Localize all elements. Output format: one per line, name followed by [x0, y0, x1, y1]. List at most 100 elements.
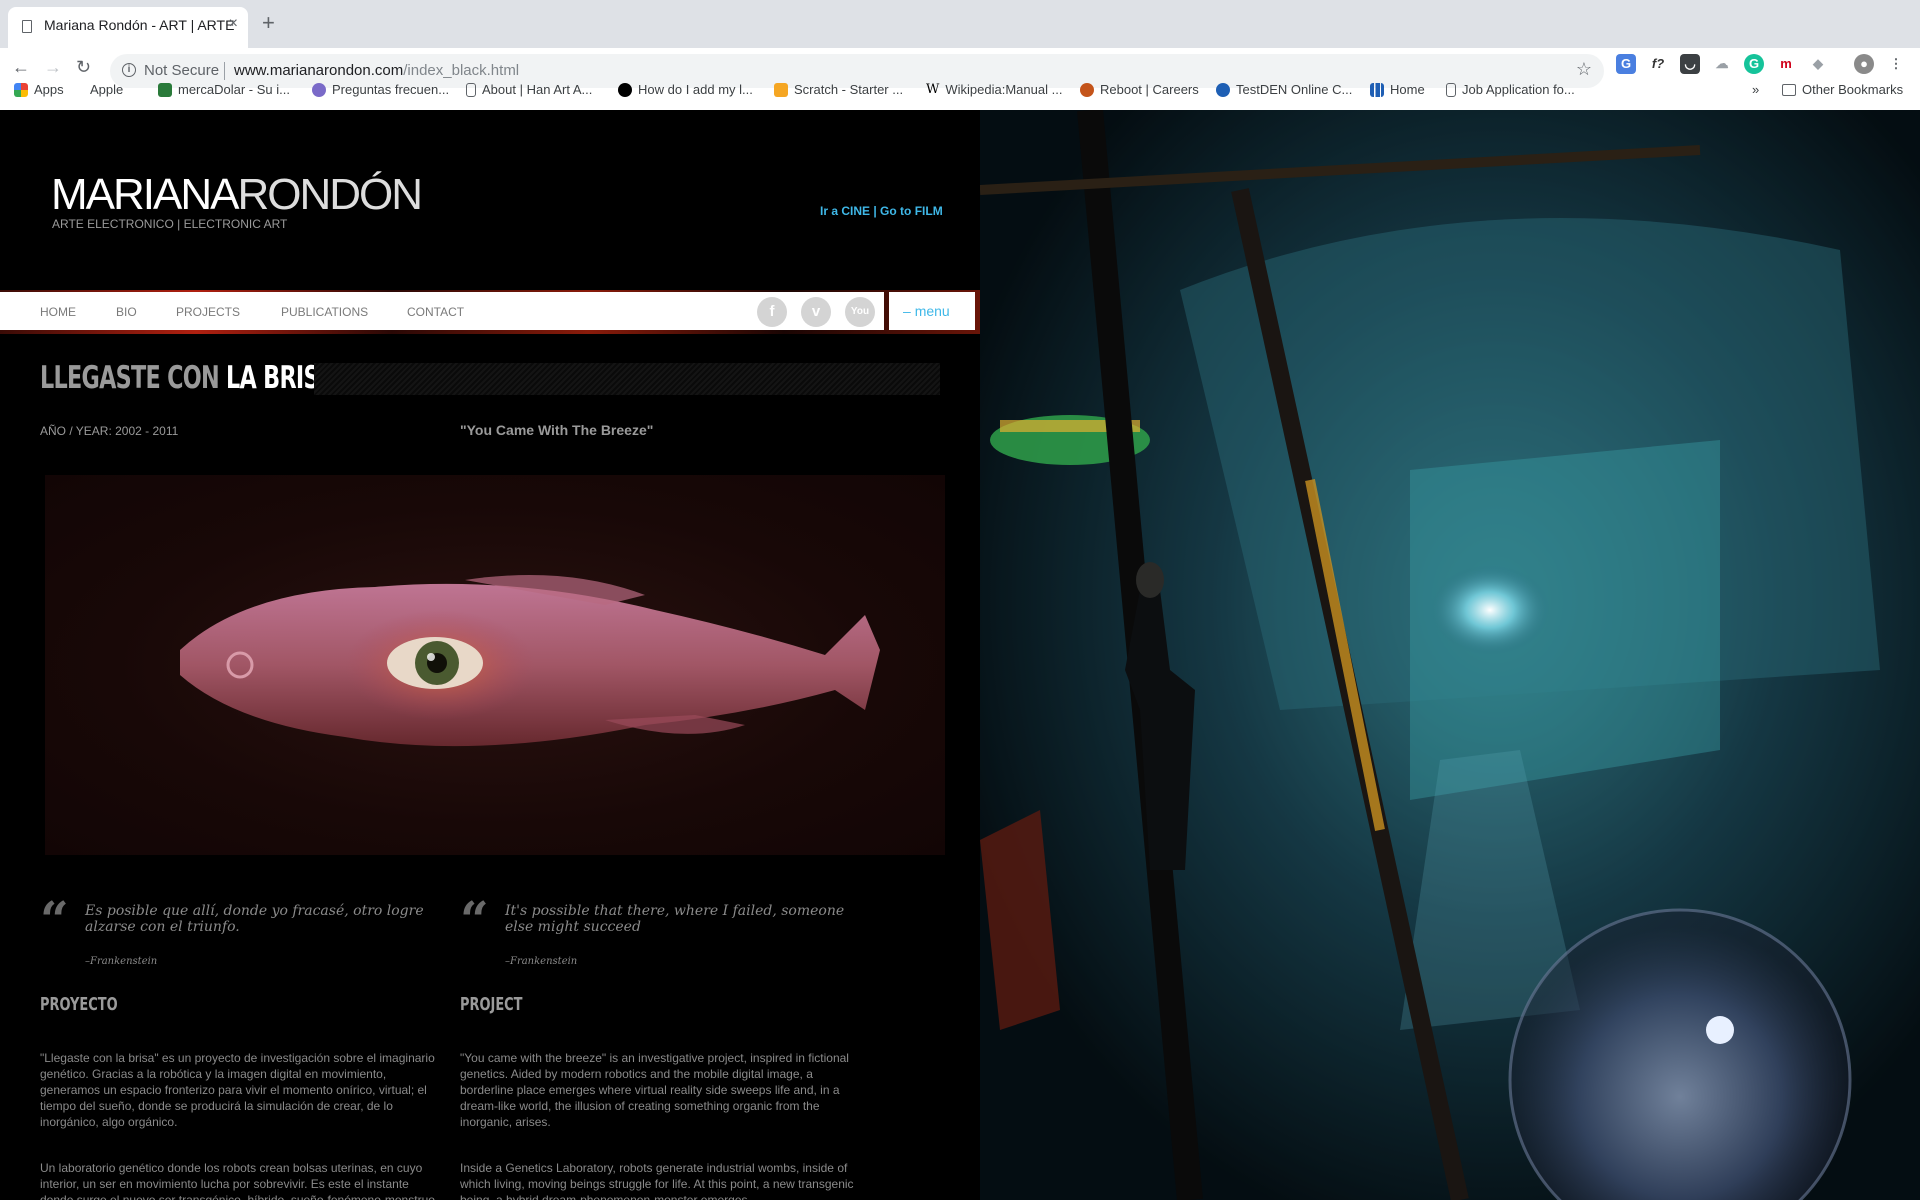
installation-photo: [980, 110, 1920, 1200]
section-title-en: PROJECT: [460, 994, 523, 1015]
m-extension-icon[interactable]: m: [1776, 54, 1796, 74]
bookmark-scratch[interactable]: Scratch - Starter ...: [774, 82, 903, 97]
bookmark-label: How do I add my l...: [638, 82, 753, 97]
back-icon[interactable]: ←: [12, 57, 30, 78]
bookmark-label: Apple: [90, 82, 124, 97]
logo-first-name: MARIANA: [51, 170, 239, 219]
menu-label: – menu: [903, 303, 950, 319]
youtube-icon[interactable]: You: [845, 297, 875, 327]
minus-icon: –: [903, 303, 911, 319]
bookmark-label: Wikipedia:Manual ...: [945, 82, 1063, 97]
dropbox-extension-icon[interactable]: ◆: [1808, 54, 1828, 74]
wikipedia-icon: W: [926, 82, 940, 97]
reboot-icon: [1080, 82, 1094, 97]
pocket-extension-icon[interactable]: ◡: [1680, 54, 1700, 74]
bookmark-han-art[interactable]: About | Han Art A...: [466, 82, 592, 97]
translate-extension-icon[interactable]: G: [1616, 54, 1636, 74]
bookmark-job-application[interactable]: Job Application fo...: [1446, 82, 1575, 97]
fish-illustration: [180, 575, 880, 747]
testden-icon: [1216, 82, 1230, 97]
nav-menu: HOME BIO PROJECTS PUBLICATIONS CONTACT f…: [0, 292, 884, 330]
go-to-film-link[interactable]: Ir a CINE | Go to FILM: [820, 204, 943, 218]
menu-button[interactable]: – menu: [889, 292, 975, 330]
browser-tab-strip: Mariana Rondón - ART | ARTE × +: [0, 0, 1920, 48]
page-icon: [1446, 82, 1456, 97]
bookmark-apps[interactable]: Apps: [14, 82, 64, 97]
paragraph-1-en: "You came with the breeze" is an investi…: [460, 1051, 849, 1129]
bookmark-star-icon[interactable]: ☆: [1576, 59, 1592, 80]
browser-tab[interactable]: Mariana Rondón - ART | ARTE ×: [8, 7, 248, 48]
url-text[interactable]: www.marianarondon.com/index_black.html: [234, 62, 519, 79]
bookmark-label: Job Application fo...: [1462, 82, 1575, 97]
fish-eye-artwork-image: [45, 475, 945, 855]
bookmark-label: TestDEN Online C...: [1236, 82, 1353, 97]
project-subtitle-en: "You Came With The Breeze": [460, 422, 654, 438]
bookmark-how-do-i[interactable]: How do I add my l...: [618, 82, 753, 97]
scratch-icon: [774, 82, 788, 97]
nav-home[interactable]: HOME: [40, 305, 76, 319]
not-secure-label: Not Secure: [144, 62, 220, 79]
paragraph-2-es: Un laboratorio genético donde los robots…: [40, 1161, 439, 1200]
grammarly-extension-icon[interactable]: G: [1744, 54, 1764, 74]
site-tagline: ARTE ELECTRONICO | ELECTRONIC ART: [52, 217, 288, 231]
logo-last-name: RONDÓN: [237, 170, 423, 219]
close-tab-icon[interactable]: ×: [229, 15, 238, 33]
main-navbar: HOME BIO PROJECTS PUBLICATIONS CONTACT f…: [0, 290, 980, 334]
faq-icon: [312, 82, 326, 97]
bookmark-testden[interactable]: TestDEN Online C...: [1216, 82, 1352, 97]
nav-projects[interactable]: PROJECTS: [176, 305, 240, 319]
bookmark-label: Reboot | Careers: [1100, 82, 1199, 97]
cloud-extension-icon[interactable]: ☁: [1712, 54, 1732, 74]
menu-text: menu: [914, 303, 950, 319]
other-bookmarks[interactable]: Other Bookmarks: [1782, 82, 1903, 97]
page-icon: [22, 20, 32, 33]
browser-menu-icon[interactable]: ⋮: [1886, 54, 1906, 74]
bookmark-label: About | Han Art A...: [482, 82, 593, 97]
bookmark-preguntas[interactable]: Preguntas frecuen...: [312, 82, 449, 97]
bookmark-label: Scratch - Starter ...: [794, 82, 904, 97]
bookmark-apple[interactable]: Apple: [84, 82, 123, 97]
vimeo-icon[interactable]: v: [801, 297, 831, 327]
site-logo[interactable]: MARIANARONDÓN: [51, 170, 423, 220]
folder-icon: [1782, 83, 1796, 96]
bookmark-label: Preguntas frecuen...: [332, 82, 450, 97]
new-tab-button[interactable]: +: [262, 10, 275, 36]
nav-contact[interactable]: CONTACT: [407, 305, 464, 319]
facebook-icon[interactable]: f: [757, 297, 787, 327]
quote-mark-en: “: [460, 890, 489, 949]
site-icon: [618, 82, 632, 97]
tab-title: Mariana Rondón - ART | ARTE: [44, 17, 235, 33]
project-title: LLEGASTE CON LA BRISA: [40, 360, 336, 396]
reload-icon[interactable]: ↻: [76, 57, 91, 78]
paragraph-2-en: Inside a Genetics Laboratory, robots gen…: [460, 1161, 854, 1200]
url-host: www.marianarondon.com: [234, 62, 404, 79]
info-icon[interactable]: i: [122, 63, 136, 77]
paragraph-1-es: "Llegaste con la brisa" es un proyecto d…: [40, 1051, 435, 1129]
formula-extension-icon[interactable]: f?: [1648, 54, 1668, 74]
installation-scene: [980, 110, 1920, 1200]
quote-author-es: –Frankenstein: [85, 956, 158, 967]
title-divider-bar: [314, 363, 940, 395]
page-icon: [466, 82, 476, 97]
bookmark-label: Other Bookmarks: [1802, 82, 1904, 97]
url-path: /index_black.html: [403, 62, 520, 79]
quote-es: Es posible que allí, donde yo fracasé, o…: [85, 903, 424, 935]
web-page: MARIANARONDÓN ARTE ELECTRONICO | ELECTRO…: [0, 110, 1920, 1200]
nav-bio[interactable]: BIO: [116, 305, 137, 319]
section-title-es: PROYECTO: [40, 994, 118, 1015]
content-column: MARIANARONDÓN ARTE ELECTRONICO | ELECTRO…: [0, 110, 980, 1200]
bookmark-mercadolar[interactable]: mercaDolar - Su i...: [158, 82, 290, 97]
nav-publications[interactable]: PUBLICATIONS: [281, 305, 368, 319]
forward-icon[interactable]: →: [44, 57, 62, 78]
title-part-1: LLEGASTE CON: [40, 360, 220, 396]
more-bookmarks-button[interactable]: »: [1752, 82, 1759, 97]
bookmark-label: mercaDolar - Su i...: [178, 82, 290, 97]
bookmark-wikipedia[interactable]: W Wikipedia:Manual ...: [926, 82, 1062, 97]
quote-en: It's possible that there, where I failed…: [505, 903, 845, 935]
bookmark-reboot[interactable]: Reboot | Careers: [1080, 82, 1199, 97]
quote-mark-es: “: [40, 890, 69, 949]
bookmark-home[interactable]: Home: [1370, 82, 1425, 97]
chart-icon: [1370, 82, 1384, 97]
bookmarks-bar: Apps Apple mercaDolar - Su i... Pregunta…: [0, 78, 1920, 108]
profile-avatar-icon[interactable]: ●: [1854, 54, 1874, 74]
